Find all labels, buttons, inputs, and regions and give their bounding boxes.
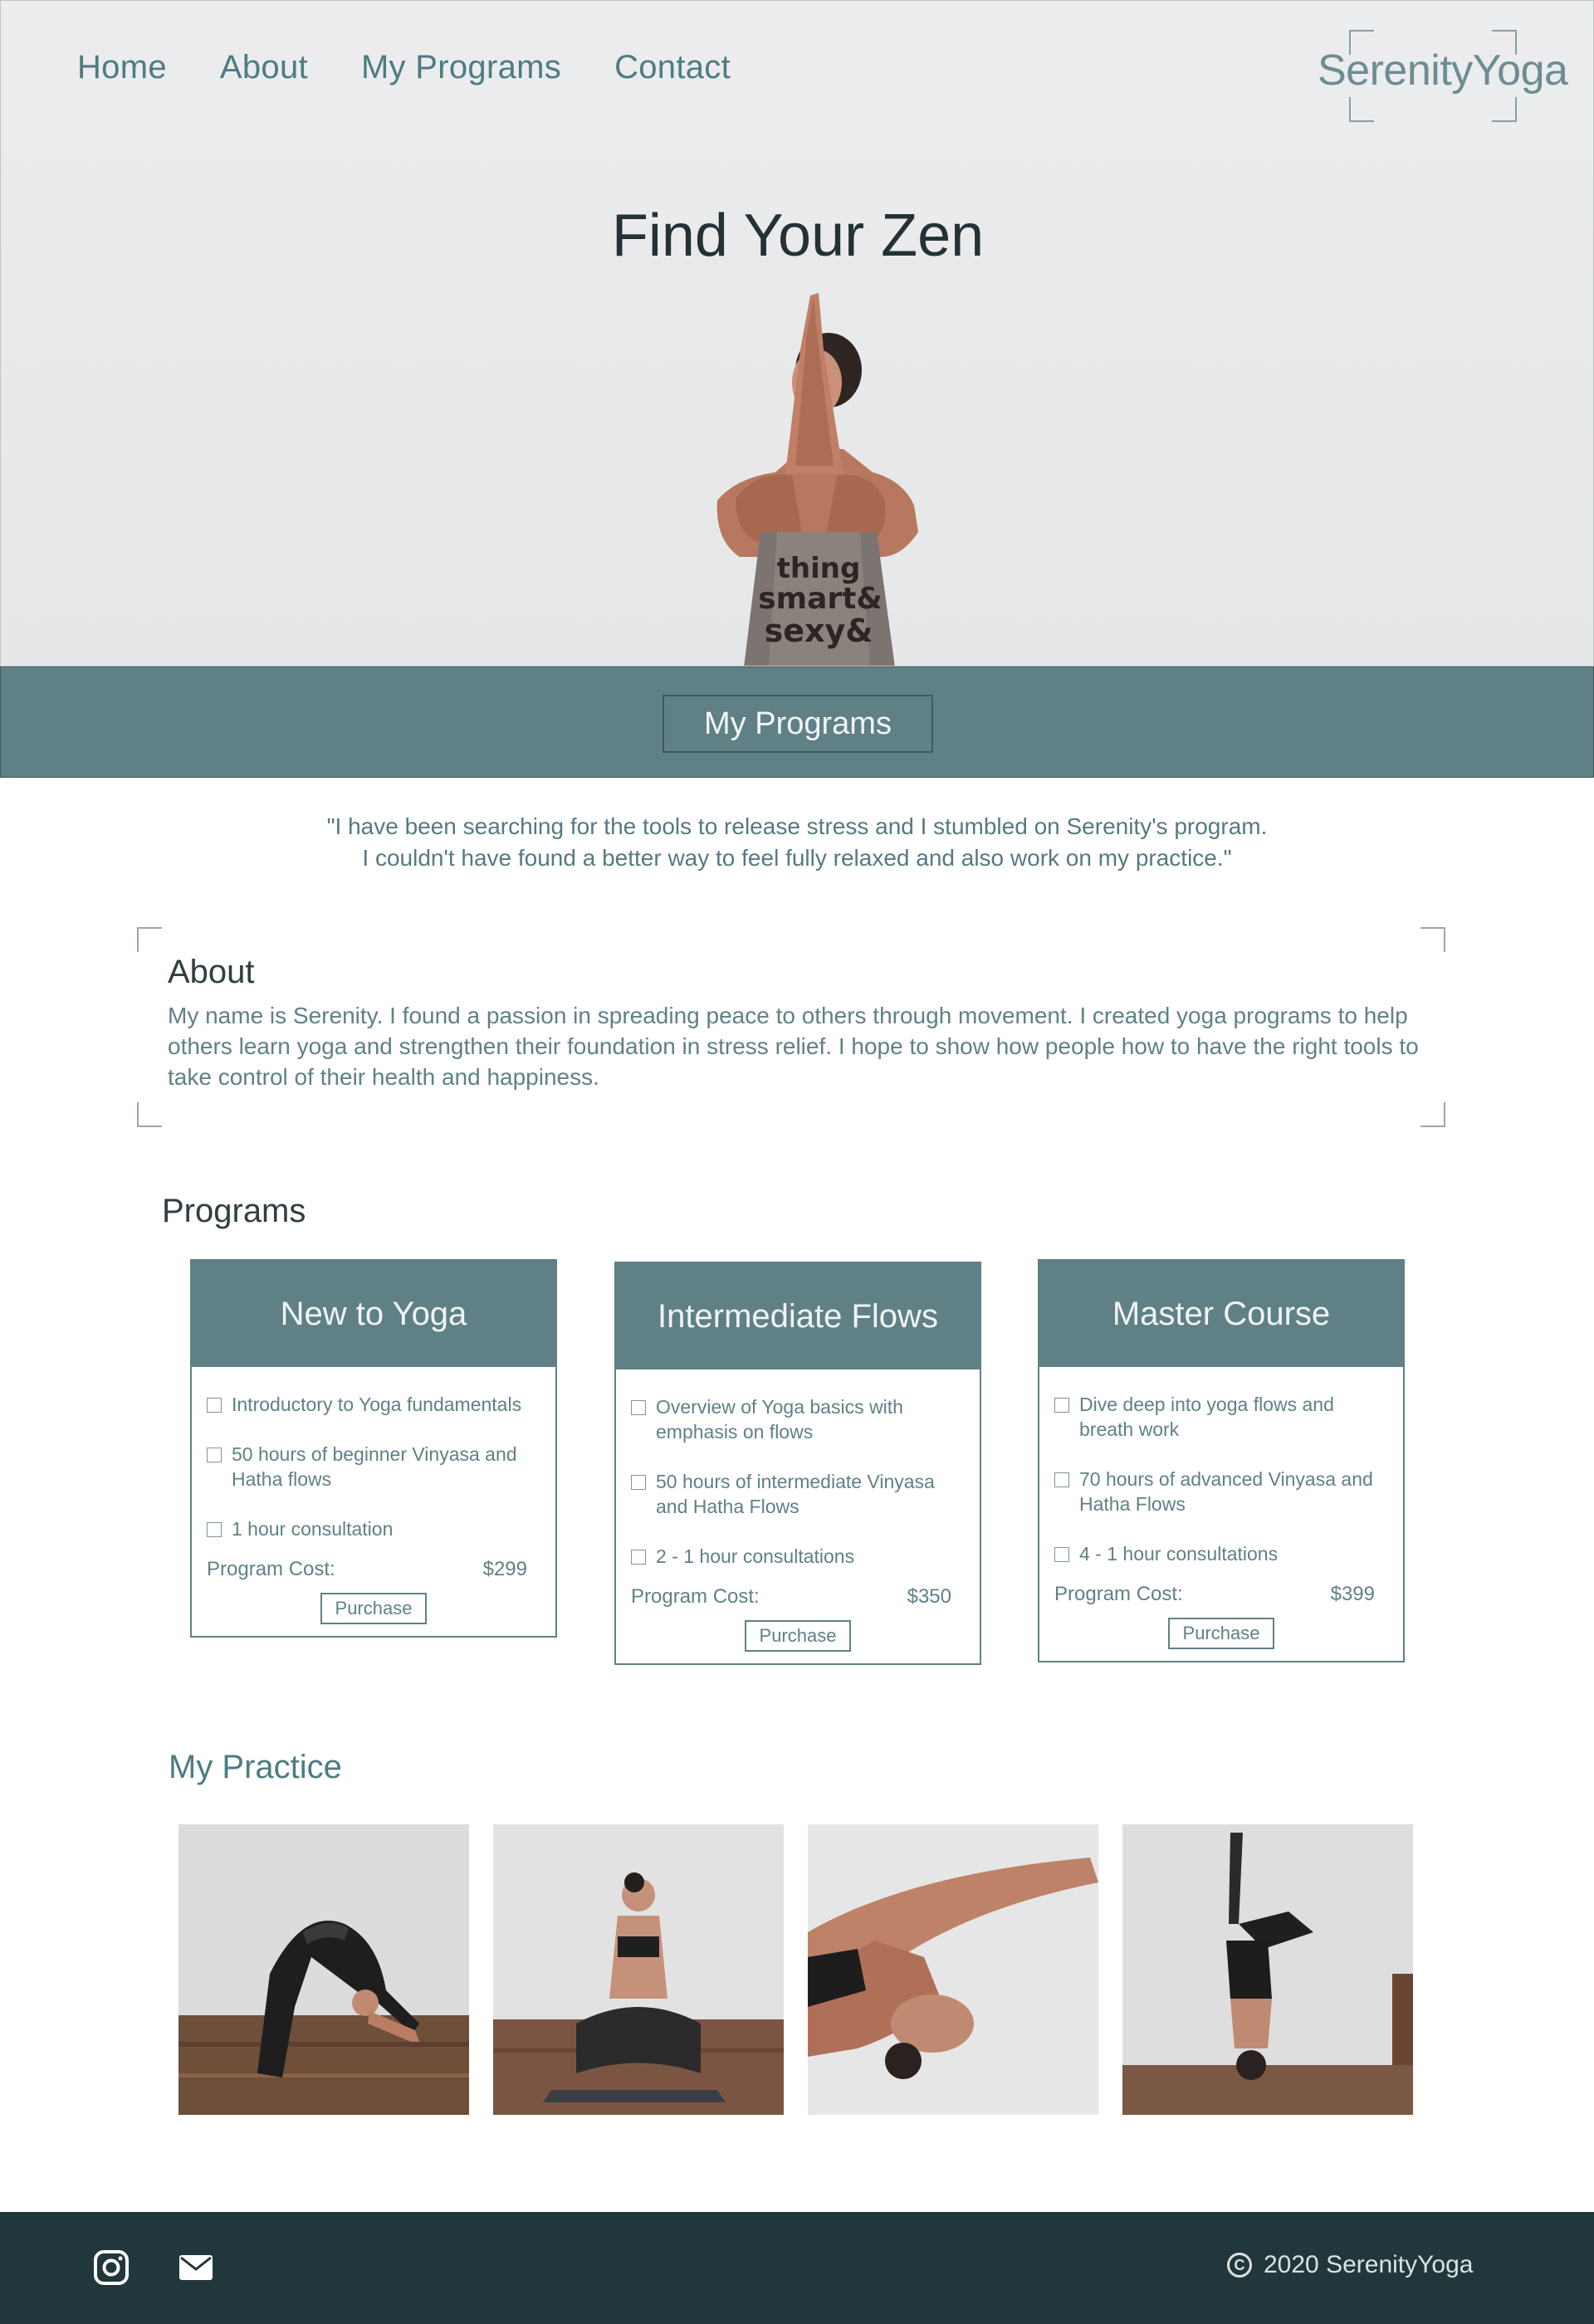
checkbox-icon: [1054, 1398, 1069, 1413]
hero-title: Find Your Zen: [611, 203, 985, 269]
program-feature-list: Dive deep into yoga flows and breath wor…: [1039, 1367, 1403, 1566]
testimonial-line-1: "I have been searching for the tools to …: [326, 813, 1268, 839]
program-feature: Dive deep into yoga flows and breath wor…: [1054, 1392, 1388, 1442]
about-corner: [137, 927, 162, 952]
purchase-button[interactable]: Purchase: [745, 1620, 851, 1652]
hero-yoga-figure-image: thing smart& sexy&: [716, 293, 918, 666]
program-feature: 50 hours of intermediate Vinyasa and Hat…: [631, 1469, 965, 1519]
nav-contact-link[interactable]: Contact: [614, 49, 731, 86]
copyright: C 2020 SerenityYoga: [1227, 2251, 1473, 2279]
program-card-title: Master Course: [1039, 1261, 1403, 1367]
program-feature: Introductory to Yoga fundamentals: [207, 1392, 540, 1417]
program-cost-row: Program Cost: $350: [616, 1585, 980, 1609]
feature-text: 50 hours of beginner Vinyasa and Hatha f…: [232, 1443, 517, 1490]
my-programs-button[interactable]: My Programs: [663, 695, 933, 753]
cost-price: $399: [1330, 1583, 1375, 1605]
site-logo[interactable]: SerenityYoga: [1318, 26, 1568, 122]
feature-text: 50 hours of intermediate Vinyasa and Hat…: [656, 1471, 935, 1517]
shirt-text-3: sexy&: [765, 613, 873, 649]
logo-text: SerenityYoga: [1318, 46, 1568, 95]
cost-label: Program Cost:: [1054, 1583, 1183, 1605]
shirt-text-1: thing: [777, 552, 861, 585]
nav-home-link[interactable]: Home: [77, 49, 167, 86]
feature-text: Overview of Yoga basics with emphasis on…: [656, 1396, 903, 1443]
about-corner: [1420, 1102, 1445, 1127]
feature-text: 2 - 1 hour consultations: [656, 1545, 855, 1567]
about-body: My name is Serenity. I found a passion i…: [168, 1003, 1419, 1090]
programs-title: Programs: [162, 1193, 306, 1229]
testimonial-quote: "I have been searching for the tools to …: [0, 811, 1594, 874]
main-nav: Home About My Programs Contact: [77, 49, 731, 86]
program-card-intermediate-flows: Intermediate Flows Overview of Yoga basi…: [614, 1262, 981, 1665]
feature-text: 4 - 1 hour consultations: [1079, 1543, 1279, 1565]
feature-text: 70 hours of advanced Vinyasa and Hatha F…: [1079, 1468, 1373, 1515]
about-section: About My name is Serenity. I found a pas…: [137, 927, 1445, 1127]
feature-text: 1 hour consultation: [232, 1518, 394, 1540]
hero-section: Home About My Programs Contact SerenityY…: [0, 0, 1594, 666]
program-feature-list: Overview of Yoga basics with emphasis on…: [616, 1370, 980, 1569]
program-feature-list: Introductory to Yoga fundamentals 50 hou…: [192, 1367, 555, 1541]
mail-icon[interactable]: [178, 2249, 214, 2286]
logo-corner: [1349, 97, 1374, 122]
program-cost-row: Program Cost: $399: [1039, 1583, 1403, 1606]
program-feature: 50 hours of beginner Vinyasa and Hatha f…: [207, 1442, 540, 1492]
program-feature: 70 hours of advanced Vinyasa and Hatha F…: [1054, 1467, 1388, 1516]
cost-price: $350: [907, 1585, 951, 1608]
practice-photo-backbend[interactable]: [178, 1824, 469, 2115]
practice-photo-stretch[interactable]: [808, 1824, 1098, 2115]
checkbox-icon: [631, 1550, 646, 1565]
program-card-title: New to Yoga: [192, 1261, 555, 1367]
program-card-new-to-yoga: New to Yoga Introductory to Yoga fundame…: [190, 1259, 557, 1638]
copyright-text: 2020 SerenityYoga: [1264, 2251, 1474, 2278]
feature-text: Introductory to Yoga fundamentals: [232, 1394, 522, 1415]
nav-programs-link[interactable]: My Programs: [361, 49, 561, 86]
about-title: About: [168, 954, 255, 990]
program-card-master-course: Master Course Dive deep into yoga flows …: [1038, 1259, 1405, 1662]
about-corner: [1420, 927, 1445, 952]
checkbox-icon: [1054, 1547, 1069, 1562]
checkbox-icon: [207, 1522, 222, 1537]
program-feature: 4 - 1 hour consultations: [1054, 1541, 1388, 1566]
program-cost-row: Program Cost: $299: [192, 1558, 555, 1581]
purchase-button[interactable]: Purchase: [1168, 1618, 1274, 1649]
nav-about-link[interactable]: About: [220, 49, 308, 86]
about-corner: [137, 1102, 162, 1127]
program-feature: 2 - 1 hour consultations: [631, 1544, 965, 1569]
program-card-title: Intermediate Flows: [616, 1263, 980, 1370]
program-feature: 1 hour consultation: [207, 1516, 540, 1541]
cost-price: $299: [482, 1558, 527, 1580]
instagram-icon[interactable]: [93, 2249, 130, 2286]
cost-label: Program Cost:: [207, 1558, 335, 1580]
feature-text: Dive deep into yoga flows and breath wor…: [1079, 1394, 1334, 1440]
checkbox-icon: [207, 1398, 222, 1413]
practice-photo-headstand[interactable]: [1122, 1824, 1413, 2115]
site-footer: C 2020 SerenityYoga: [0, 2212, 1594, 2324]
practice-title: My Practice: [169, 1749, 342, 1785]
practice-photo-seated[interactable]: [493, 1824, 784, 2115]
shirt-text-2: smart&: [758, 582, 883, 616]
testimonial-line-2: I couldn't have found a better way to fe…: [362, 845, 1232, 871]
checkbox-icon: [207, 1448, 222, 1462]
checkbox-icon: [1054, 1472, 1069, 1487]
logo-corner: [1492, 97, 1517, 122]
program-feature: Overview of Yoga basics with emphasis on…: [631, 1394, 965, 1444]
programs-band: My Programs: [0, 666, 1594, 778]
cost-label: Program Cost:: [631, 1585, 760, 1608]
checkbox-icon: [631, 1475, 646, 1490]
purchase-button[interactable]: Purchase: [320, 1593, 427, 1624]
checkbox-icon: [631, 1400, 646, 1415]
copyright-icon: C: [1227, 2253, 1252, 2278]
